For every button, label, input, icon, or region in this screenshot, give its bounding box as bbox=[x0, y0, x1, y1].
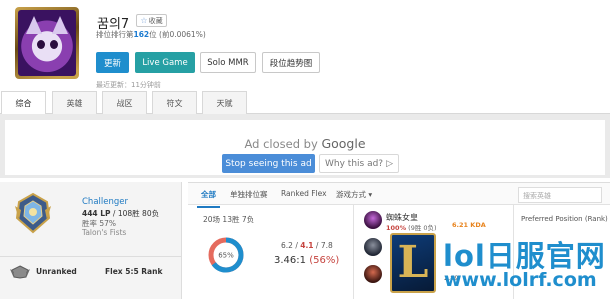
ladder-rank-suffix: 位 (前0.0061%) bbox=[149, 30, 206, 39]
ladder-rank-number[interactable]: 162 bbox=[134, 30, 150, 39]
ad-closed-text: Ad closed by Google bbox=[5, 136, 605, 151]
watermark-url: www.lolrf.com bbox=[444, 269, 597, 291]
ad-area: Ad closed by Google Stop seeing this ad … bbox=[0, 114, 610, 178]
avg-deaths: 4.1 bbox=[300, 241, 314, 250]
tab-server[interactable]: 战区 bbox=[102, 91, 147, 114]
filter-all[interactable]: 全部 bbox=[197, 189, 220, 208]
winrate-label: 65% bbox=[218, 252, 234, 260]
why-this-ad-button[interactable]: Why this ad? ▷ bbox=[319, 154, 399, 173]
live-game-button[interactable]: Live Game bbox=[135, 52, 195, 73]
favorite-label: 收藏 bbox=[148, 16, 163, 25]
ladder-rank: 排位排行第162位 (前0.0061%) bbox=[96, 29, 206, 40]
ranked-panel: Challenger 444 LP / 108胜 80负 胜率 57% Talo… bbox=[0, 182, 182, 299]
refresh-button[interactable]: 更新 bbox=[96, 52, 129, 73]
kda-line: 6.2 / 4.1 / 7.8 bbox=[281, 241, 333, 250]
league-logo-icon: L bbox=[390, 233, 436, 293]
stop-seeing-ad-button[interactable]: Stop seeing this ad bbox=[222, 154, 315, 173]
league-name: Talon's Fists bbox=[82, 228, 127, 237]
filter-solo[interactable]: 单独排位赛 bbox=[230, 189, 268, 200]
tab-bar: 综合 英雄 战区 符文 天赋 bbox=[0, 91, 610, 115]
favorite-button[interactable]: ☆ 收藏 bbox=[136, 14, 167, 27]
ladder-rank-prefix: 排位排行第 bbox=[96, 30, 134, 39]
champion-avatar bbox=[364, 265, 382, 283]
tab-runes[interactable]: 符文 bbox=[152, 91, 197, 114]
champion-avatar bbox=[364, 238, 382, 256]
queue-filter-bar: 全部 单独排位赛 Ranked Flex 游戏方式 ▾ 搜索英雄 bbox=[188, 183, 610, 208]
profile-icon-eye-right bbox=[50, 40, 58, 49]
profile-icon-eye-left bbox=[37, 40, 45, 49]
recent-record: 20场 13胜 7负 bbox=[203, 215, 255, 224]
profile-icon bbox=[18, 10, 76, 76]
tab-champions[interactable]: 英雄 bbox=[52, 91, 97, 114]
avg-kills: 6.2 bbox=[281, 241, 293, 250]
rank-trend-button[interactable]: 段位趋势图 bbox=[262, 52, 320, 73]
filter-game-type[interactable]: 游戏方式 ▾ bbox=[336, 189, 372, 200]
league-logo-letter: L bbox=[397, 237, 429, 288]
unranked-emblem-icon bbox=[10, 265, 30, 279]
star-icon: ☆ bbox=[140, 16, 148, 25]
flex-queue-label: Flex 5:5 Rank bbox=[105, 267, 163, 276]
tab-masteries[interactable]: 天赋 bbox=[202, 91, 247, 114]
kda-ratio-value: 3.46:1 bbox=[274, 255, 306, 266]
profile-icon-ear-right bbox=[52, 16, 68, 34]
tier-name: Challenger bbox=[82, 197, 128, 207]
flex-unranked-label: Unranked bbox=[36, 267, 77, 276]
challenger-emblem-icon bbox=[15, 192, 51, 234]
filter-flex[interactable]: Ranked Flex bbox=[281, 189, 327, 198]
solo-mmr-button[interactable]: Solo MMR bbox=[200, 52, 256, 73]
kill-participation: (56%) bbox=[309, 255, 340, 266]
site-watermark: L lol日服官网 www.lolrf.com bbox=[383, 226, 610, 299]
league-points: 444 LP bbox=[82, 209, 111, 218]
profile-icon-frame bbox=[15, 7, 79, 79]
ad-box: Ad closed by Google Stop seeing this ad … bbox=[5, 120, 605, 175]
profile-icon-ear-left bbox=[26, 16, 42, 34]
flex-rank-row: Unranked Flex 5:5 Rank bbox=[0, 256, 182, 292]
ranked-record: / 108胜 80负 bbox=[110, 209, 160, 218]
tab-overview[interactable]: 综合 bbox=[1, 91, 46, 115]
why-this-ad-label: Why this ad? bbox=[325, 158, 384, 169]
winrate-donut: 65% bbox=[208, 237, 244, 273]
info-play-icon: ▷ bbox=[386, 158, 393, 169]
last-update: 最近更新：11分钟前 bbox=[96, 81, 161, 89]
champion-search-input[interactable]: 搜索英雄 bbox=[518, 187, 602, 203]
ad-brand: Google bbox=[321, 136, 366, 151]
avg-assists: 7.8 bbox=[320, 241, 333, 250]
champion-avatar bbox=[364, 211, 382, 229]
ad-closed-label: Ad closed by bbox=[244, 137, 318, 151]
preferred-position-title: Preferred Position (Rank) bbox=[521, 215, 608, 223]
kda-ratio: 3.46:1 (56%) bbox=[274, 255, 339, 266]
